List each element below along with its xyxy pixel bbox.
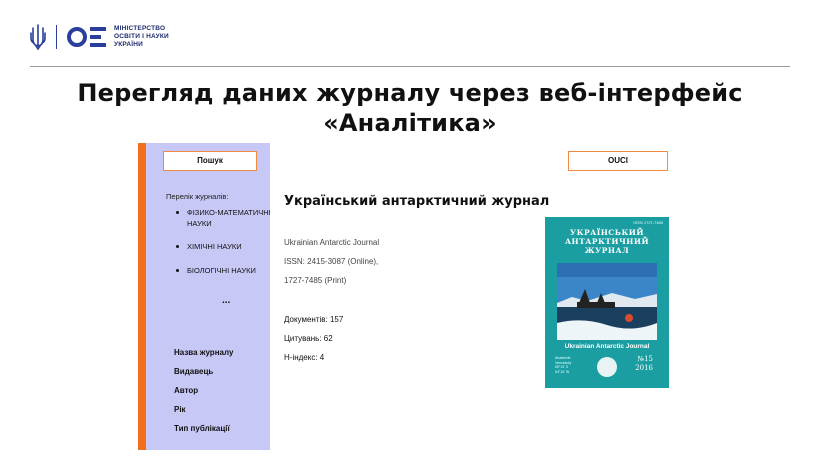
journals-list: ФІЗИКО-МАТЕМАТИЧНІ НАУКИ ХІМІЧНІ НАУКИ Б… [176, 207, 271, 276]
cover-title-line: АНТАРКТИЧНИЙ [564, 237, 650, 246]
journal-title: Український антарктичний журнал [284, 194, 550, 209]
logo-divider [56, 25, 57, 49]
cover-issue-number: №15 [637, 355, 653, 363]
sidebar: Пошук Перелік журналів: ФІЗИКО-МАТЕМАТИЧ… [146, 143, 271, 450]
citations-count: Цитувань: 62 [284, 334, 333, 343]
cover-issue-year: 2016 [635, 364, 653, 372]
header-divider [30, 66, 790, 67]
sidebar-accent-strip [138, 143, 146, 450]
filter-journal-name[interactable]: Назва журналу [174, 348, 233, 357]
cover-subtitle: Ukrainian Antarctic Journal [564, 343, 650, 350]
cover-station-line: 64°16' W [555, 369, 570, 374]
slide-title: Перегляд даних журналу через веб-інтерфе… [0, 78, 820, 138]
journal-english-title: Ukrainian Antarctic Journal [284, 238, 380, 247]
documents-count: Документів: 157 [284, 315, 344, 324]
cover-station-line: Akademik [555, 356, 571, 360]
filter-publisher[interactable]: Видавець [174, 367, 233, 376]
ministry-line: УКРАЇНИ [114, 41, 144, 48]
cover-title: УКРАЇНСЬКИЙ АНТАРКТИЧНИЙ ЖУРНАЛ [545, 228, 669, 255]
journal-category-physmath[interactable]: ФІЗИКО-МАТЕМАТИЧНІ НАУКИ [176, 207, 271, 229]
cover-station-info: Akademik Vernadsky 65°15' S 64°16' W [555, 356, 571, 374]
cover-title-line: УКРАЇНСЬКИЙ [570, 228, 644, 237]
h-index: H-індекс: 4 [284, 353, 325, 362]
cover-title-line: ЖУРНАЛ [584, 246, 630, 255]
cover-photo [557, 263, 657, 340]
more-categories: ... [222, 295, 231, 306]
search-button[interactable]: Пошук [163, 151, 257, 171]
filter-author[interactable]: Автор [174, 386, 233, 395]
filter-publication-type[interactable]: Тип публікації [174, 424, 233, 433]
journal-cover-image: ISSN 1727-7485 УКРАЇНСЬКИЙ АНТАРКТИЧНИЙ … [545, 217, 669, 388]
ministry-name: МІНІСТЕРСТВО ОСВІТИ І НАУКИ УКРАЇНИ [114, 25, 169, 49]
journal-issn-print: 1727-7485 (Print) [284, 276, 347, 285]
trident-icon [30, 24, 46, 50]
slide-title-line: Перегляд даних журналу через веб-інтерфе… [77, 79, 743, 107]
journal-category-chemistry[interactable]: ХІМІЧНІ НАУКИ [176, 241, 271, 252]
ouci-button[interactable]: OUCI [568, 151, 668, 171]
slide-title-line: «Аналітика» [323, 109, 497, 137]
cover-issn: ISSN 1727-7485 [633, 220, 663, 225]
filter-links: Назва журналу Видавець Автор Рік Тип пуб… [174, 348, 233, 443]
cover-issue: №15 2016 [635, 355, 653, 373]
ministry-line: ОСВІТИ І НАУКИ [114, 33, 169, 40]
journal-category-biology[interactable]: БІОЛОГІЧНІ НАУКИ [176, 265, 271, 276]
journal-issn: ISSN: 2415-3087 (Online), [284, 257, 379, 266]
ministry-line: МІНІСТЕРСТВО [114, 25, 166, 32]
analytics-web-interface: Пошук Перелік журналів: ФІЗИКО-МАТЕМАТИЧ… [138, 143, 690, 450]
antarctica-map-icon [597, 357, 617, 377]
mon-mark-icon [67, 27, 106, 47]
journals-list-label: Перелік журналів: [166, 192, 229, 201]
ministry-logo: МІНІСТЕРСТВО ОСВІТИ І НАУКИ УКРАЇНИ [30, 24, 169, 50]
filter-year[interactable]: Рік [174, 405, 233, 414]
